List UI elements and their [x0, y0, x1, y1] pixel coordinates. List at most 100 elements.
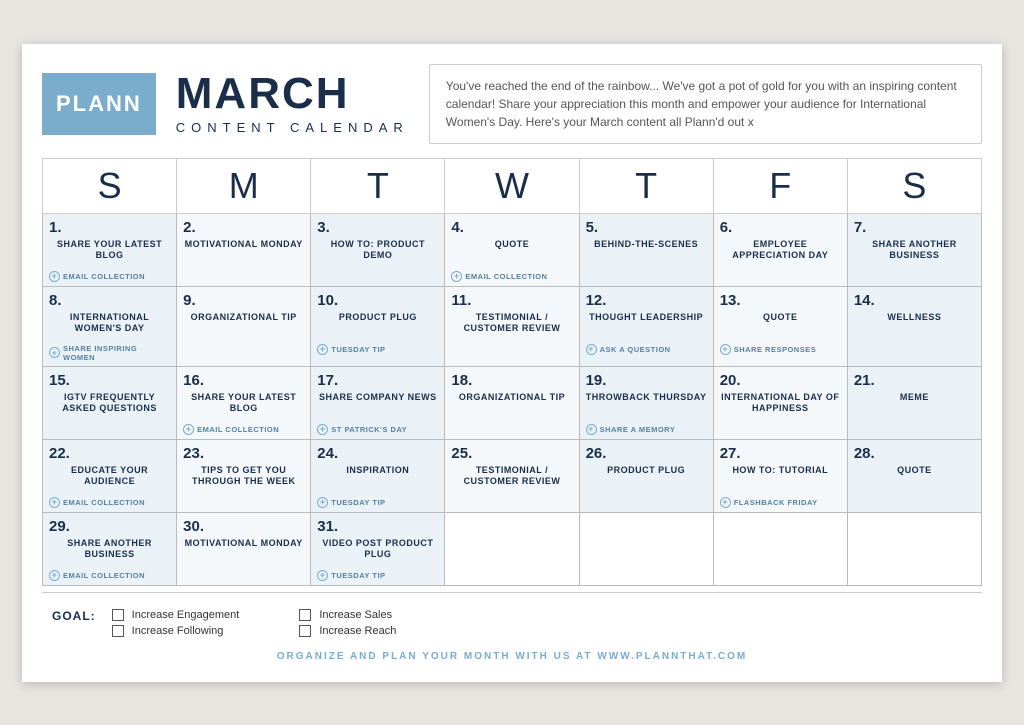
calendar-day-cell: 26.PRODUCT PLUG: [579, 439, 713, 512]
day-tag: +EMAIL COLLECTION: [183, 424, 304, 435]
day-content-text: WELLNESS: [854, 312, 975, 340]
calendar-day-cell: 16. SHARE YOUR LATEST BLOG +EMAIL COLLECTI…: [177, 366, 311, 439]
calendar-day-cell: 23.TIPS TO GET YOU THROUGH THE WEEK: [177, 439, 311, 512]
calendar-day-cell: 29.SHARE ANOTHER BUSINESS+EMAIL COLLECTI…: [43, 512, 177, 585]
day-content-text: QUOTE: [451, 239, 572, 267]
day-tag: +EMAIL COLLECTION: [49, 570, 170, 581]
calendar-day-cell: 7. SHARE ANOTHER BUSINESS: [847, 213, 981, 286]
goals-section: GOAL: Increase EngagementIncrease SalesI…: [42, 603, 982, 643]
day-of-week-header: S: [43, 158, 177, 213]
calendar-day-cell: 13.QUOTE+SHARE RESPONSES: [713, 286, 847, 366]
goal-checkbox[interactable]: [112, 609, 124, 621]
day-content-text: THOUGHT LEADERSHIP: [586, 312, 707, 340]
day-content-text: THROWBACK THURSDAY: [586, 392, 707, 420]
calendar-day-cell: 1.SHARE YOUR LATEST BLOG+EMAIL COLLECTIO…: [43, 213, 177, 286]
tag-label: EMAIL COLLECTION: [465, 272, 547, 281]
day-number: 26.: [586, 445, 707, 462]
day-content-text: SHARE COMPANY NEWS: [317, 392, 438, 420]
goal-checkbox[interactable]: [112, 625, 124, 637]
tag-label: EMAIL COLLECTION: [63, 272, 145, 281]
day-number: 21.: [854, 372, 975, 389]
title-block: MARCH CONTENT CALENDAR: [176, 72, 409, 135]
calendar-day-cell: 4.QUOTE+EMAIL COLLECTION: [445, 213, 579, 286]
plus-icon: +: [586, 424, 597, 435]
plus-icon: +: [451, 271, 462, 282]
page: PLANN MARCH CONTENT CALENDAR You've reac…: [22, 44, 1002, 682]
day-content-text: VIDEO POST PRODUCT PLUG: [317, 538, 438, 566]
calendar-day-cell: 27.HOW TO: TUTORIAL+FLASHBACK FRIDAY: [713, 439, 847, 512]
day-number: 17.: [317, 372, 438, 389]
day-content-text: INSPIRATION: [317, 465, 438, 493]
day-number: 18.: [451, 372, 572, 389]
day-number: 11.: [451, 292, 572, 309]
day-number: 10.: [317, 292, 438, 309]
tag-label: SHARE INSPIRING WOMEN: [63, 344, 170, 362]
day-content-text: MOTIVATIONAL MONDAY: [183, 239, 304, 267]
calendar-week-row: 29.SHARE ANOTHER BUSINESS+EMAIL COLLECTI…: [43, 512, 982, 585]
logo: PLANN: [42, 73, 156, 135]
calendar-day-cell: 22. EDUCATE YOUR AUDIENCE +EMAIL COLLECTIO…: [43, 439, 177, 512]
goal-divider: [42, 592, 982, 593]
calendar-day-cell: 30.MOTIVATIONAL MONDAY: [177, 512, 311, 585]
day-number: 6.: [720, 219, 841, 236]
day-number: 7.: [854, 219, 975, 236]
calendar-day-cell: [847, 512, 981, 585]
tag-label: ASK A QUESTION: [600, 345, 671, 354]
calendar-day-cell: 6.EMPLOYEE APPRECIATION DAY: [713, 213, 847, 286]
day-of-week-header: M: [177, 158, 311, 213]
goal-text: Increase Sales: [319, 609, 392, 621]
day-number: 8.: [49, 292, 170, 309]
day-content-text: SHARE YOUR LATEST BLOG: [183, 392, 304, 420]
tag-label: EMAIL COLLECTION: [63, 498, 145, 507]
day-number: 12.: [586, 292, 707, 309]
tag-label: SHARE RESPONSES: [734, 345, 817, 354]
calendar-week-row: 8.INTERNATIONAL WOMEN'S DAY+SHARE INSPIR…: [43, 286, 982, 366]
day-content-text: TIPS TO GET YOU THROUGH THE WEEK: [183, 465, 304, 493]
day-number: 13.: [720, 292, 841, 309]
calendar-header-row: SMTWTFS: [43, 158, 982, 213]
day-tag: +EMAIL COLLECTION: [49, 497, 170, 508]
day-content-text: HOW TO: PRODUCT DEMO: [317, 239, 438, 267]
day-content-text: MEME: [854, 392, 975, 420]
day-of-week-header: T: [579, 158, 713, 213]
calendar-table: SMTWTFS 1.SHARE YOUR LATEST BLOG+EMAIL C…: [42, 158, 982, 586]
day-content-text: EDUCATE YOUR AUDIENCE: [49, 465, 170, 493]
header-description: You've reached the end of the rainbow...…: [429, 64, 982, 144]
tag-label: ST PATRICK'S DAY: [331, 425, 407, 434]
plus-icon: +: [586, 344, 597, 355]
day-number: 16.: [183, 372, 304, 389]
calendar-day-cell: [713, 512, 847, 585]
calendar-day-cell: [579, 512, 713, 585]
day-number: 30.: [183, 518, 304, 535]
goal-text: Increase Engagement: [132, 609, 240, 621]
day-tag: +TUESDAY TIP: [317, 570, 438, 581]
day-number: 19.: [586, 372, 707, 389]
day-content-text: SHARE ANOTHER BUSINESS: [854, 239, 975, 267]
calendar-day-cell: 19.THROWBACK THURSDAY+SHARE A MEMORY: [579, 366, 713, 439]
plus-icon: +: [720, 497, 731, 508]
day-of-week-header: T: [311, 158, 445, 213]
day-number: 5.: [586, 219, 707, 236]
calendar-day-cell: 9.ORGANIZATIONAL TIP: [177, 286, 311, 366]
day-tag: +TUESDAY TIP: [317, 344, 438, 355]
day-number: 24.: [317, 445, 438, 462]
day-tag: +SHARE INSPIRING WOMEN: [49, 344, 170, 362]
goal-checkbox[interactable]: [299, 625, 311, 637]
plus-icon: +: [317, 344, 328, 355]
calendar-day-cell: 21. MEME: [847, 366, 981, 439]
day-content-text: INTERNATIONAL WOMEN'S DAY: [49, 312, 170, 340]
plus-icon: +: [720, 344, 731, 355]
calendar-day-cell: 14.WELLNESS: [847, 286, 981, 366]
goal-checkbox[interactable]: [299, 609, 311, 621]
calendar-day-cell: 11.TESTIMONIAL / CUSTOMER REVIEW: [445, 286, 579, 366]
goal-item: Increase Sales: [299, 609, 427, 621]
day-tag: +ASK A QUESTION: [586, 344, 707, 355]
day-number: 28.: [854, 445, 975, 462]
day-content-text: SHARE ANOTHER BUSINESS: [49, 538, 170, 566]
goals-grid: Increase EngagementIncrease SalesIncreas…: [112, 609, 427, 637]
tag-label: EMAIL COLLECTION: [197, 425, 279, 434]
day-number: 22.: [49, 445, 170, 462]
header: PLANN MARCH CONTENT CALENDAR You've reac…: [42, 64, 982, 144]
day-content-text: TESTIMONIAL / CUSTOMER REVIEW: [451, 465, 572, 493]
plus-icon: +: [49, 271, 60, 282]
